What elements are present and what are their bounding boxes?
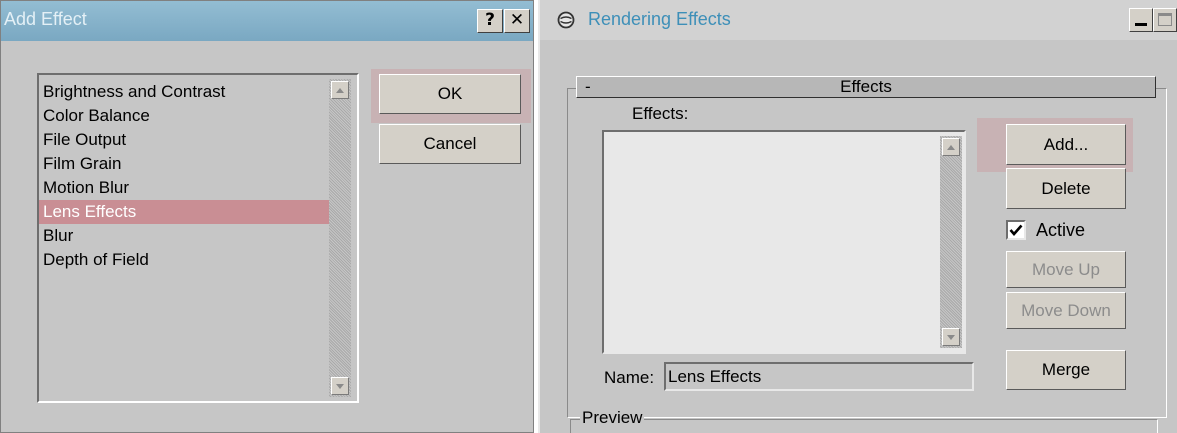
move-down-button[interactable]: Move Down — [1006, 292, 1126, 329]
rendering-effects-window: Rendering Effects ✕ - Effects Effects: A… — [538, 0, 1177, 433]
rollout-title: Effects — [840, 77, 892, 96]
active-checkbox[interactable] — [1006, 220, 1026, 240]
effects-listbox[interactable] — [602, 130, 966, 354]
effect-list-item[interactable]: Film Grain — [43, 152, 121, 176]
effect-list-item[interactable]: Motion Blur — [43, 176, 129, 200]
close-button[interactable]: ✕ — [504, 9, 530, 33]
effect-list-item[interactable]: Lens Effects — [39, 200, 329, 224]
effects-listbox-scrollbar[interactable] — [940, 136, 962, 348]
add-effect-titlebar[interactable]: Add Effect ? ✕ — [1, 1, 533, 41]
ok-button[interactable]: OK — [379, 74, 521, 114]
effects-label: Effects: — [632, 104, 689, 123]
effects-rollout-header[interactable]: - Effects — [576, 76, 1156, 98]
effect-list-item[interactable]: Depth of Field — [43, 248, 149, 272]
rendering-effects-titlebar[interactable]: Rendering Effects ✕ — [540, 0, 1177, 40]
delete-button[interactable]: Delete — [1006, 168, 1126, 209]
cancel-button[interactable]: Cancel — [379, 124, 521, 164]
effect-list-item[interactable]: File Output — [43, 128, 126, 152]
add-effect-title: Add Effect — [4, 9, 87, 29]
scroll-up-arrow-icon[interactable] — [331, 81, 349, 99]
effects-list-scrollbar[interactable] — [329, 79, 351, 397]
teapot-app-icon — [557, 11, 575, 29]
scroll-down-arrow-icon[interactable] — [331, 377, 349, 395]
maximize-icon — [1158, 13, 1172, 26]
scroll-down-arrow-icon[interactable] — [942, 328, 960, 346]
add-button[interactable]: Add... — [1006, 124, 1126, 165]
minimize-button[interactable] — [1129, 8, 1153, 32]
move-up-button[interactable]: Move Up — [1006, 251, 1126, 288]
preview-group-label: Preview — [580, 408, 645, 428]
scroll-up-arrow-icon[interactable] — [942, 138, 960, 156]
maximize-button[interactable] — [1153, 8, 1177, 32]
rendering-effects-title: Rendering Effects — [588, 9, 731, 29]
name-field[interactable]: Lens Effects — [664, 362, 974, 391]
preview-groupbox — [570, 419, 1158, 433]
effect-list-item[interactable]: Brightness and Contrast — [43, 80, 225, 104]
checkmark-icon — [1009, 224, 1023, 236]
minimize-icon — [1135, 23, 1147, 26]
merge-button[interactable]: Merge — [1006, 350, 1126, 390]
effect-list-item[interactable]: Color Balance — [43, 104, 150, 128]
effects-listbox[interactable]: Brightness and Contrast Color Balance File… — [37, 73, 359, 403]
add-effect-dialog: Add Effect ? ✕ Brightness and Contrast Co… — [0, 0, 534, 433]
name-field-value[interactable]: Lens Effects — [668, 367, 761, 386]
name-label: Name: — [604, 368, 655, 387]
active-label: Active — [1036, 220, 1086, 240]
help-button[interactable]: ? — [477, 9, 503, 33]
effect-list-item[interactable]: Blur — [43, 224, 73, 248]
